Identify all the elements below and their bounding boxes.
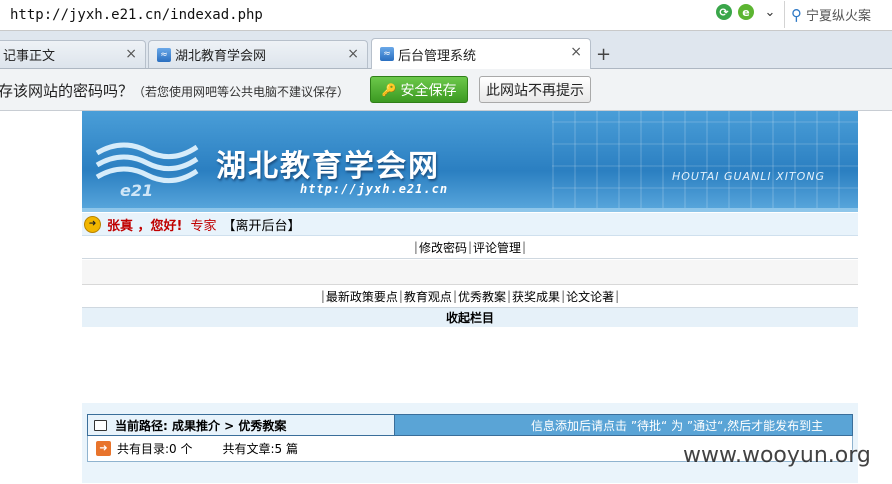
url-field[interactable]: http://jyxh.e21.cn/indexad.php <box>10 7 263 23</box>
camera-icon <box>94 419 107 431</box>
banner-pattern <box>552 111 858 211</box>
menu-item-lesson-plans[interactable]: 优秀教案 <box>458 288 506 305</box>
collapse-columns-button[interactable]: 收起栏目 <box>82 308 858 327</box>
compat-mode-icon[interactable]: e <box>738 4 754 20</box>
search-input[interactable]: 宁夏纵火案 <box>806 5 871 24</box>
search-icon: ⚲ <box>791 5 802 24</box>
search-box[interactable]: ⚲ 宁夏纵火案 <box>784 1 892 28</box>
account-menu: | 修改密码 | 评论管理 | <box>82 236 858 259</box>
address-bar: http://jyxh.e21.cn/indexad.php ⟳ e ⌄ ⚲ 宁… <box>0 0 892 31</box>
site-url: http://jyxh.e21.cn <box>300 182 449 196</box>
menu-separator: | <box>615 289 620 303</box>
path-bar: 当前路径: 成果推介 > 优秀教案 信息添加后请点击 ”待批“ 为 ”通过“,然… <box>87 414 853 436</box>
watermark: www.wooyun.org <box>683 443 871 468</box>
tab-label: 记事正文 <box>3 49 56 64</box>
logout-link[interactable]: 【离开后台】 <box>222 215 300 234</box>
close-icon[interactable]: × <box>125 46 137 62</box>
article-count: 共有文章:5 篇 <box>222 442 299 456</box>
site-title: 湖北教育学会网 <box>216 149 440 184</box>
never-remind-button[interactable]: 此网站不再提示 <box>479 76 591 103</box>
save-password-question: 存该网站的密码吗？ <box>0 82 134 100</box>
marquee-notice: 信息添加后请点击 ”待批“ 为 ”通过“,然后才能发布到主 <box>531 418 824 433</box>
close-icon[interactable]: × <box>570 44 582 60</box>
empty-menu-row <box>82 260 858 285</box>
menu-item-policy[interactable]: 最新政策要点 <box>326 288 398 305</box>
site-favicon-icon: ≈ <box>157 47 171 62</box>
menu-item-awards[interactable]: 获奖成果 <box>512 288 560 305</box>
save-password-bar: 存该网站的密码吗？（若您使用网吧等公共电脑不建议保存） 🔑 安全保存 此网站不再… <box>0 69 892 111</box>
arrow-right-icon: ➜ <box>96 441 111 456</box>
tab-hubei-edu[interactable]: ≈ 湖北教育学会网 × <box>148 40 368 68</box>
banner-subtitle: HOUTAI GUANLI XITONG <box>672 170 826 183</box>
tab-label: 湖北教育学会网 <box>175 49 267 64</box>
arrow-right-icon: ➜ <box>84 215 101 233</box>
welcome-user: 张真 ，您好! <box>107 218 183 234</box>
tab-admin[interactable]: ≈ 后台管理系统 × <box>371 38 591 69</box>
site-favicon-icon: ≈ <box>380 47 394 61</box>
chevron-down-icon[interactable]: ⌄ <box>760 5 780 20</box>
safe-save-button[interactable]: 🔑 安全保存 <box>370 76 468 103</box>
refresh-icon[interactable]: ⟳ <box>716 4 732 20</box>
menu-separator: | <box>522 240 527 254</box>
safe-save-label: 安全保存 <box>400 82 457 99</box>
key-icon: 🔑 <box>381 82 397 97</box>
tab-label: 后台管理系统 <box>398 48 477 64</box>
address-tools: ⟳ e ⌄ <box>716 4 780 20</box>
save-password-prompt: 存该网站的密码吗？（若您使用网吧等公共电脑不建议保存） <box>0 80 349 101</box>
directory-count: 共有目录:0 个 <box>117 442 193 456</box>
breadcrumb: 当前路径: 成果推介 > 优秀教案 <box>88 415 395 435</box>
new-tab-button[interactable]: + <box>596 44 611 65</box>
save-password-hint: （若您使用网吧等公共电脑不建议保存） <box>133 85 350 99</box>
logo-text: e21 <box>120 181 154 200</box>
user-role: 专家 <box>190 218 217 234</box>
menu-item-papers[interactable]: 论文论著 <box>566 288 614 305</box>
close-icon[interactable]: × <box>347 46 359 62</box>
content-menu: | 最新政策要点 | 教育观点 | 优秀教案 | 获奖成果 | 论文论著 | <box>82 285 858 308</box>
site-banner: e21 湖北教育学会网 http://jyxh.e21.cn HOUTAI GU… <box>82 111 858 211</box>
tab-notes[interactable]: 记事正文 × <box>0 40 146 68</box>
breadcrumb-label: 当前路径: 成果推介 > 优秀教案 <box>115 418 287 433</box>
menu-item-change-password[interactable]: 修改密码 <box>419 239 467 256</box>
banner-divider <box>82 208 858 212</box>
menu-item-comment-manage[interactable]: 评论管理 <box>473 239 521 256</box>
menu-item-viewpoints[interactable]: 教育观点 <box>404 288 452 305</box>
welcome-row: ➜ 张真 ，您好! 专家 【离开后台】 <box>82 213 858 236</box>
tab-strip: 记事正文 × ≈ 湖北教育学会网 × ≈ 后台管理系统 × + <box>0 31 892 69</box>
